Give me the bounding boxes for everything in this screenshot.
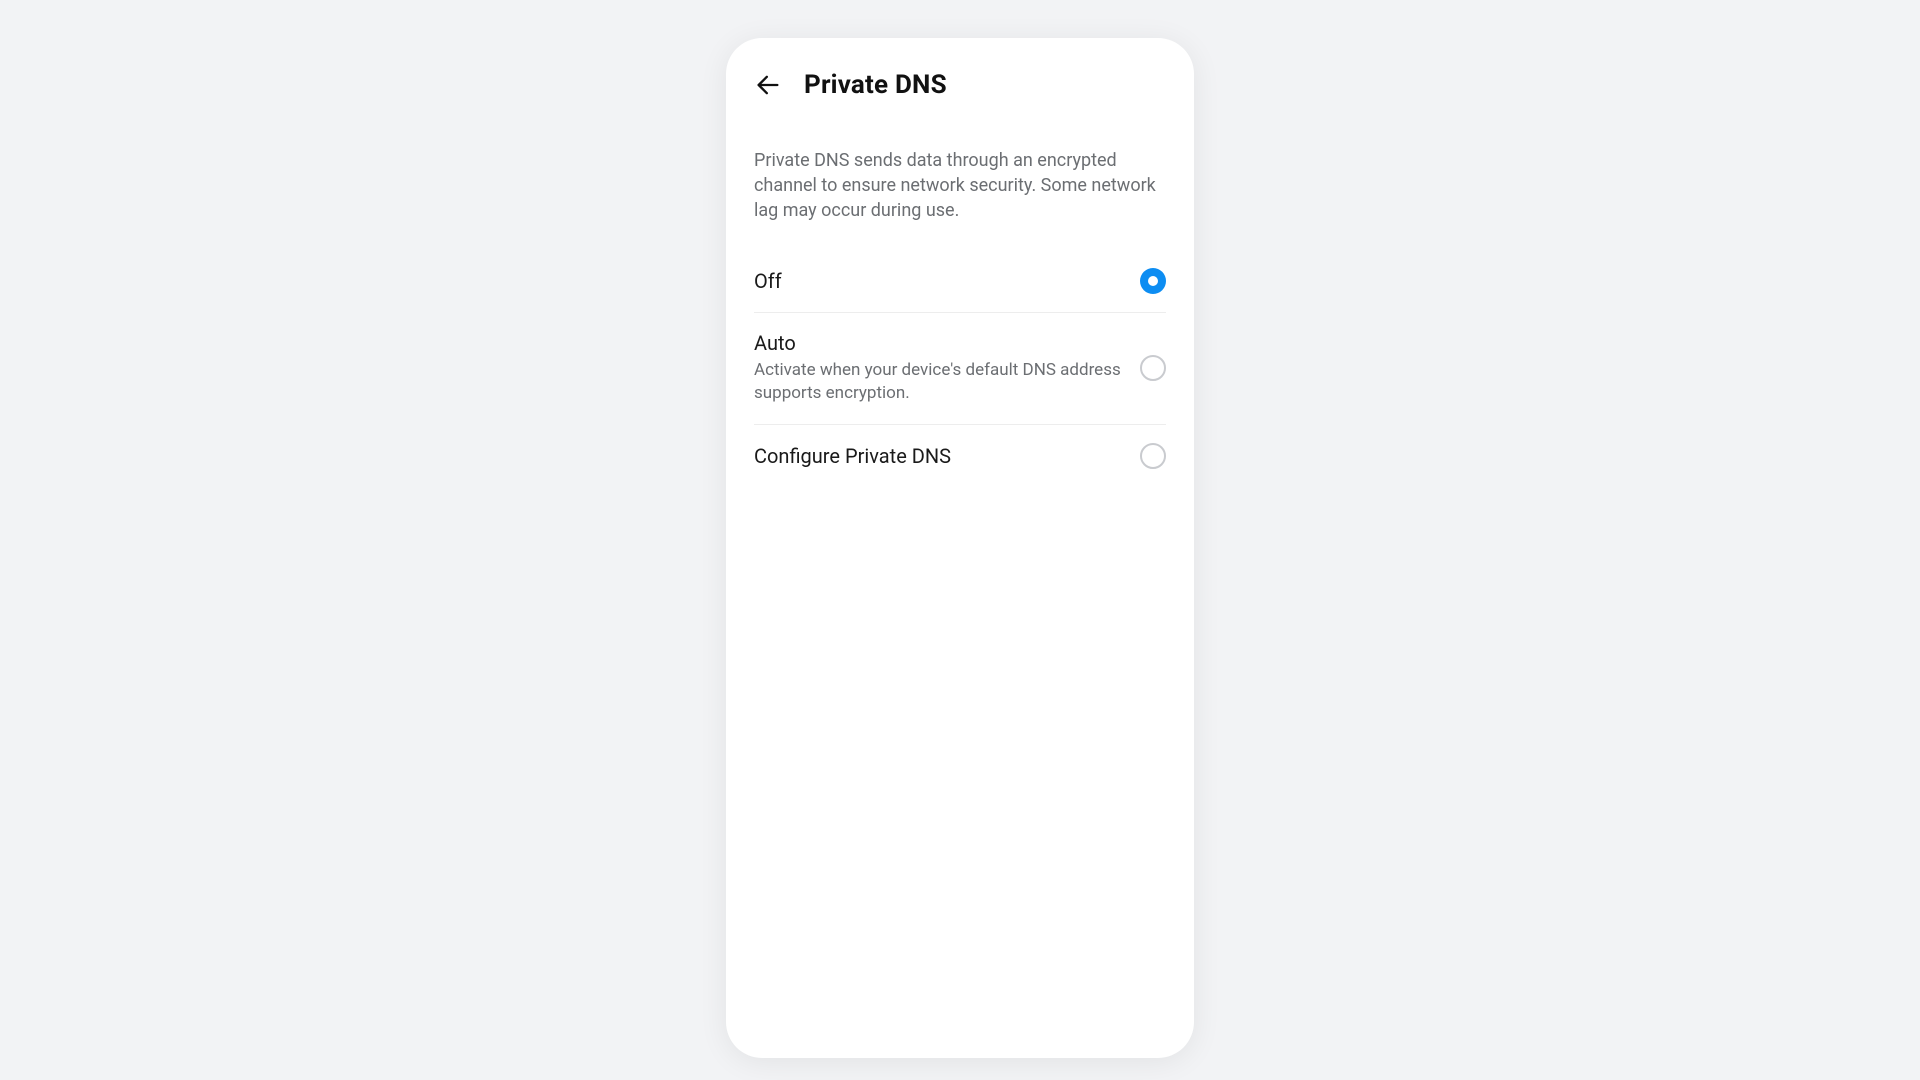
back-icon[interactable] [754, 71, 782, 99]
radio-icon[interactable] [1140, 268, 1166, 294]
option-subtitle: Activate when your device's default DNS … [754, 359, 1124, 407]
radio-icon[interactable] [1140, 355, 1166, 381]
option-text: Off [754, 269, 1140, 293]
option-text: Auto Activate when your device's default… [754, 331, 1140, 407]
option-title: Off [754, 269, 1124, 293]
header: Private DNS [754, 62, 1166, 114]
option-auto[interactable]: Auto Activate when your device's default… [754, 313, 1166, 426]
settings-screen: Private DNS Private DNS sends data throu… [726, 38, 1194, 1058]
option-title: Auto [754, 331, 1124, 355]
page-title: Private DNS [804, 70, 947, 100]
option-configure-private-dns[interactable]: Configure Private DNS [754, 425, 1166, 487]
option-off[interactable]: Off [754, 250, 1166, 313]
option-text: Configure Private DNS [754, 444, 1140, 468]
page-description: Private DNS sends data through an encryp… [754, 148, 1166, 224]
radio-icon[interactable] [1140, 443, 1166, 469]
option-title: Configure Private DNS [754, 444, 1124, 468]
